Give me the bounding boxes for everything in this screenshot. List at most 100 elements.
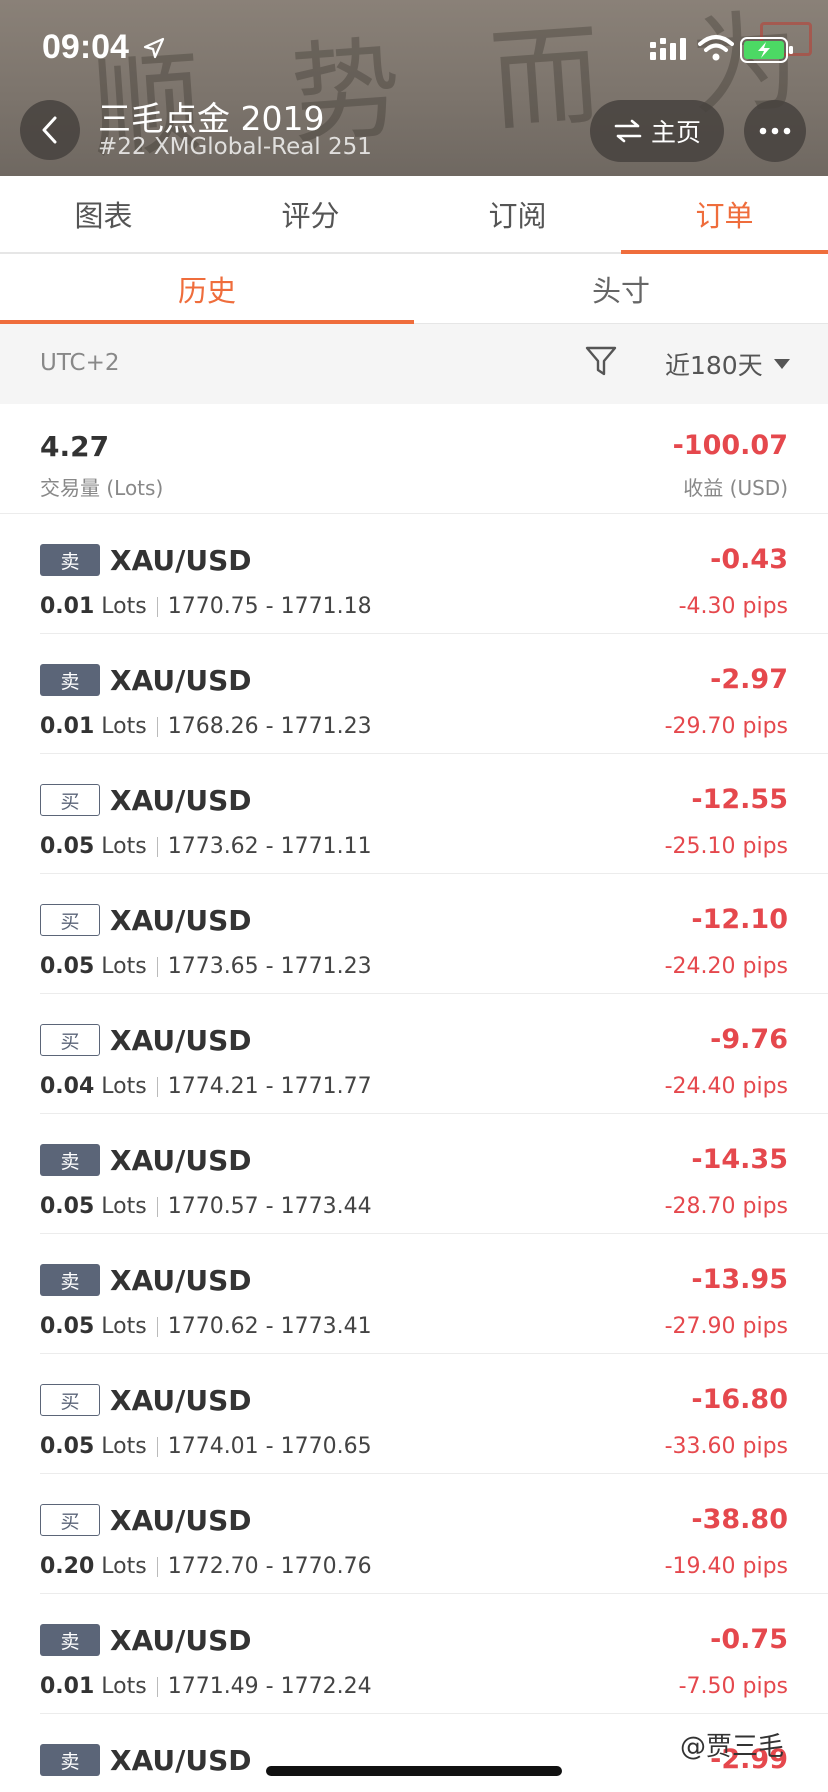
cellular-signal-icon — [650, 38, 686, 60]
order-profit: -0.43 — [710, 544, 788, 575]
order-prices: 1770.62 - 1773.41 — [167, 1314, 372, 1339]
order-symbol: XAU/USD — [110, 1264, 252, 1297]
side-badge: 卖 — [40, 1264, 100, 1296]
filter-funnel-icon[interactable] — [584, 344, 618, 380]
home-button[interactable]: 主页 — [590, 100, 724, 162]
order-list: 卖 XAU/USD 0.01 Lots 1770.75 - 1771.18 -0.… — [0, 514, 828, 1792]
order-pips: -27.90 pips — [664, 1314, 788, 1339]
lots-unit: Lots — [101, 594, 147, 619]
lots-unit: Lots — [101, 1074, 147, 1099]
total-profit-label: 收益 (USD) — [683, 476, 788, 500]
divider — [156, 837, 158, 857]
lots-unit: Lots — [101, 1674, 147, 1699]
side-badge: 买 — [40, 904, 100, 936]
account-title: 三毛点金 2019 — [98, 99, 325, 138]
tab-chart[interactable]: 图表 — [0, 176, 207, 252]
order-subtabs: 历史 头寸 — [0, 254, 828, 324]
tab-subscribe[interactable]: 订阅 — [414, 176, 621, 252]
tab-orders[interactable]: 订单 — [621, 176, 828, 254]
order-lots-line: 0.01 Lots 1771.49 - 1772.24 — [40, 1674, 372, 1699]
order-profit: -9.76 — [710, 1024, 788, 1055]
order-lots: 0.05 — [40, 1434, 95, 1459]
order-prices: 1770.75 - 1771.18 — [167, 594, 372, 619]
subtab-history[interactable]: 历史 — [0, 254, 414, 324]
order-lots-line: 0.01 Lots 1768.26 - 1771.23 — [40, 714, 372, 739]
order-lots-line: 0.04 Lots 1774.21 - 1771.77 — [40, 1074, 372, 1099]
back-button[interactable] — [20, 100, 80, 160]
order-lots-line: 0.05 Lots 1774.01 - 1770.65 — [40, 1434, 372, 1459]
order-lots: 0.01 — [40, 594, 95, 619]
tab-rating[interactable]: 评分 — [207, 176, 414, 252]
status-time: 09:04 — [42, 28, 129, 66]
home-indicator[interactable] — [266, 1766, 562, 1776]
order-lots: 0.01 — [40, 1674, 95, 1699]
order-row[interactable]: 买 XAU/USD 0.05 Lots 1773.62 - 1771.11 -12… — [0, 754, 828, 874]
filter-bar: UTC+2 近180天 — [0, 324, 828, 404]
order-pips: -33.60 pips — [664, 1434, 788, 1459]
order-lots-line: 0.05 Lots 1770.62 - 1773.41 — [40, 1314, 372, 1339]
order-symbol: XAU/USD — [110, 664, 252, 697]
status-bar: 09:04 — [0, 0, 828, 100]
back-arrow-icon — [42, 116, 57, 144]
profile-header: 顺 势 而 为 09:04 三毛点金 2019 #22 XMGlobal-Rea… — [0, 0, 828, 176]
divider — [156, 1437, 158, 1457]
divider — [156, 1077, 158, 1097]
order-row[interactable]: 卖 XAU/USD 0.05 Lots 1770.62 - 1773.41 -13… — [0, 1234, 828, 1354]
swap-arrows-icon — [614, 119, 642, 143]
home-button-label: 主页 — [650, 118, 701, 147]
side-badge: 卖 — [40, 1144, 100, 1176]
order-prices: 1774.21 - 1771.77 — [167, 1074, 372, 1099]
order-symbol: XAU/USD — [110, 1384, 252, 1417]
divider — [156, 717, 158, 737]
order-row[interactable]: 卖 XAU/USD 0.01 Lots 1770.75 - 1771.18 -0.… — [0, 514, 828, 634]
side-badge: 卖 — [40, 664, 100, 696]
total-volume-label: 交易量 (Lots) — [40, 476, 164, 500]
order-pips: -4.30 pips — [678, 594, 788, 619]
order-row[interactable]: 买 XAU/USD 0.05 Lots 1774.01 - 1770.65 -16… — [0, 1354, 828, 1474]
order-row[interactable]: 买 XAU/USD 0.04 Lots 1774.21 - 1771.77 -9.… — [0, 994, 828, 1114]
divider — [156, 957, 158, 977]
order-profit: -38.80 — [691, 1504, 788, 1535]
divider — [156, 1677, 158, 1697]
order-symbol: XAU/USD — [110, 1744, 252, 1777]
order-lots-line: 0.05 Lots 1773.62 - 1771.11 — [40, 834, 372, 859]
order-prices: 1771.49 - 1772.24 — [167, 1674, 372, 1699]
lots-unit: Lots — [101, 1314, 147, 1339]
side-badge: 买 — [40, 1384, 100, 1416]
subtab-positions[interactable]: 头寸 — [414, 254, 828, 323]
main-tabs: 图表 评分 订阅 订单 — [0, 176, 828, 254]
order-pips: -19.40 pips — [664, 1554, 788, 1579]
order-row[interactable]: 卖 XAU/USD 0.05 Lots 1770.57 - 1773.44 -14… — [0, 1114, 828, 1234]
order-profit: -12.55 — [691, 784, 788, 815]
timezone-label: UTC+2 — [40, 350, 120, 376]
lots-unit: Lots — [101, 834, 147, 859]
order-prices: 1768.26 - 1771.23 — [167, 714, 372, 739]
order-symbol: XAU/USD — [110, 1024, 252, 1057]
order-lots-line: 0.20 Lots 1772.70 - 1770.76 — [40, 1554, 372, 1579]
location-arrow-icon — [143, 37, 165, 59]
order-lots-line: 0.05 Lots 1773.65 - 1771.23 — [40, 954, 372, 979]
order-row[interactable]: 买 XAU/USD 0.05 Lots 1773.65 - 1771.23 -12… — [0, 874, 828, 994]
order-row[interactable]: 卖 XAU/USD 0.01 Lots 1771.49 - 1772.24 -0.… — [0, 1594, 828, 1714]
order-lots-line: 0.05 Lots 1770.57 - 1773.44 — [40, 1194, 372, 1219]
order-symbol: XAU/USD — [110, 1504, 252, 1537]
order-row[interactable]: 卖 XAU/USD 0.01 Lots 1768.26 - 1771.23 -2.… — [0, 634, 828, 754]
divider — [156, 1317, 158, 1337]
side-badge: 卖 — [40, 544, 100, 576]
side-badge: 买 — [40, 784, 100, 816]
order-lots: 0.01 — [40, 714, 95, 739]
more-button[interactable] — [744, 100, 806, 162]
side-badge: 卖 — [40, 1744, 100, 1776]
divider — [156, 1557, 158, 1577]
side-badge: 买 — [40, 1024, 100, 1056]
order-row[interactable]: 买 XAU/USD 0.20 Lots 1772.70 - 1770.76 -38… — [0, 1474, 828, 1594]
order-prices: 1772.70 - 1770.76 — [167, 1554, 372, 1579]
order-symbol: XAU/USD — [110, 1624, 252, 1657]
order-lots: 0.05 — [40, 954, 95, 979]
order-lots: 0.20 — [40, 1554, 95, 1579]
order-lots: 0.05 — [40, 834, 95, 859]
date-range-dropdown[interactable]: 近180天 — [665, 346, 791, 382]
app-screen: { "status_bar": {"time": "09:04"}, "head… — [0, 0, 828, 1792]
lots-unit: Lots — [101, 1434, 147, 1459]
order-lots: 0.04 — [40, 1074, 95, 1099]
